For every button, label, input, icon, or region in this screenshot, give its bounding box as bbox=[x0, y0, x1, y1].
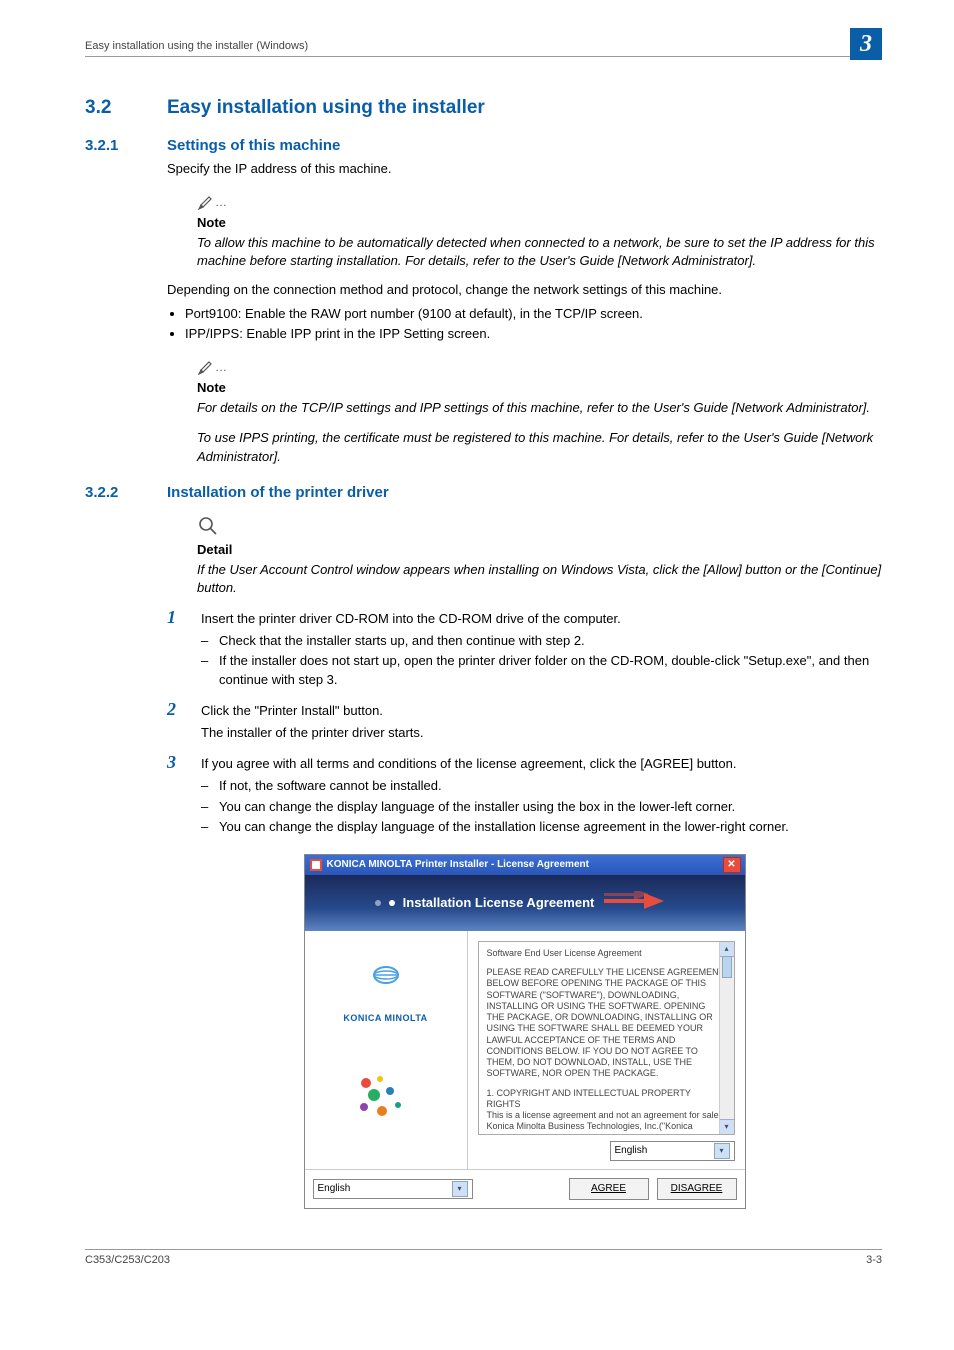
paragraph: Specify the IP address of this machine. bbox=[167, 160, 882, 178]
close-button[interactable]: ✕ bbox=[723, 857, 741, 873]
list-item: IPP/IPPS: Enable IPP print in the IPP Se… bbox=[185, 325, 882, 343]
app-icon bbox=[309, 858, 323, 872]
chevron-down-icon: ▾ bbox=[452, 1181, 468, 1197]
step-number: 2 bbox=[167, 699, 201, 720]
installer-titlebar[interactable]: KONICA MINOLTA Printer Installer - Licen… bbox=[305, 855, 745, 875]
section-number: 3.2.2 bbox=[85, 484, 167, 501]
step-text: If you agree with all terms and conditio… bbox=[201, 752, 882, 773]
scroll-thumb[interactable] bbox=[722, 956, 732, 978]
banner-title: Installation License Agreement bbox=[403, 895, 595, 910]
note-body: To allow this machine to be automaticall… bbox=[197, 234, 882, 270]
section-number: 3.2.1 bbox=[85, 137, 167, 154]
globe-icon bbox=[372, 961, 400, 989]
installer-banner: Installation License Agreement bbox=[305, 875, 745, 931]
arrow-icon bbox=[604, 891, 674, 914]
footer-page: 3-3 bbox=[866, 1254, 882, 1266]
select-value: English bbox=[318, 1183, 351, 1194]
note-block: … Note To allow this machine to be autom… bbox=[197, 192, 882, 270]
section-title: Settings of this machine bbox=[167, 137, 340, 154]
step-text: Insert the printer driver CD-ROM into th… bbox=[201, 607, 882, 628]
scroll-up-button[interactable]: ▴ bbox=[720, 942, 734, 957]
paragraph: The installer of the printer driver star… bbox=[201, 724, 882, 742]
note-body: For details on the TCP/IP settings and I… bbox=[197, 399, 882, 417]
agree-button[interactable]: AGREE bbox=[569, 1178, 649, 1200]
eula-title: Software End User License Agreement bbox=[487, 948, 726, 959]
detail-body: If the User Account Control window appea… bbox=[197, 561, 882, 597]
heading-3-2-2: 3.2.2 Installation of the printer driver bbox=[85, 484, 882, 501]
detail-label: Detail bbox=[197, 542, 882, 557]
installer-window: KONICA MINOLTA Printer Installer - Licen… bbox=[304, 854, 746, 1209]
scrollbar[interactable]: ▴ ▾ bbox=[719, 942, 734, 1134]
eula-paragraph: 1. COPYRIGHT AND INTELLECTUAL PROPERTY R… bbox=[487, 1088, 726, 1135]
step-3: 3 If you agree with all terms and condit… bbox=[167, 752, 882, 773]
running-header: Easy installation using the installer (W… bbox=[85, 40, 882, 57]
eula-language-select[interactable]: English ▾ bbox=[610, 1141, 735, 1161]
note-body: To use IPPS printing, the certificate mu… bbox=[197, 429, 882, 465]
step-number: 1 bbox=[167, 607, 201, 628]
step-1: 1 Insert the printer driver CD-ROM into … bbox=[167, 607, 882, 628]
step-number: 3 bbox=[167, 752, 201, 773]
sub-item: –If not, the software cannot be installe… bbox=[201, 777, 882, 795]
list-item: Port9100: Enable the RAW port number (91… bbox=[185, 305, 882, 323]
note-icon: … bbox=[197, 192, 231, 213]
scroll-down-button[interactable]: ▾ bbox=[720, 1119, 734, 1134]
note-block: … Note For details on the TCP/IP setting… bbox=[197, 357, 882, 466]
heading-3-2: 3.2 Easy installation using the installe… bbox=[85, 97, 882, 119]
eula-paragraph: PLEASE READ CAREFULLY THE LICENSE AGREEM… bbox=[487, 967, 726, 1080]
detail-block: Detail If the User Account Control windo… bbox=[197, 515, 882, 597]
decorative-dots-icon bbox=[356, 1073, 416, 1126]
section-title: Installation of the printer driver bbox=[167, 484, 389, 501]
sub-item: –You can change the display language of … bbox=[201, 798, 882, 816]
sub-item: –If the installer does not start up, ope… bbox=[201, 652, 882, 688]
note-label: Note bbox=[197, 380, 882, 395]
svg-text:…: … bbox=[215, 360, 227, 374]
heading-3-2-1: 3.2.1 Settings of this machine bbox=[85, 137, 882, 154]
installer-language-select[interactable]: English ▾ bbox=[313, 1179, 473, 1199]
select-value: English bbox=[615, 1145, 648, 1156]
section-number: 3.2 bbox=[85, 97, 167, 119]
svg-text:…: … bbox=[215, 195, 227, 209]
chevron-down-icon: ▾ bbox=[714, 1143, 730, 1159]
paragraph: Depending on the connection method and p… bbox=[167, 281, 882, 299]
step-2: 2 Click the "Printer Install" button. bbox=[167, 699, 882, 720]
step-text: Click the "Printer Install" button. bbox=[201, 699, 882, 720]
installer-title: KONICA MINOLTA Printer Installer - Licen… bbox=[327, 859, 723, 870]
running-header-text: Easy installation using the installer (W… bbox=[85, 40, 308, 52]
installer-left-panel: KONICA MINOLTA bbox=[305, 931, 468, 1169]
section-title: Easy installation using the installer bbox=[167, 97, 485, 119]
detail-icon bbox=[197, 515, 219, 540]
konica-minolta-logo: KONICA MINOLTA bbox=[343, 1013, 427, 1023]
disagree-button[interactable]: DISAGREE bbox=[657, 1178, 737, 1200]
note-label: Note bbox=[197, 215, 882, 230]
footer-model: C353/C253/C203 bbox=[85, 1254, 170, 1266]
note-icon: … bbox=[197, 357, 231, 378]
bullet-list: Port9100: Enable the RAW port number (91… bbox=[167, 305, 882, 343]
chapter-number-badge: 3 bbox=[850, 28, 882, 60]
installer-bottom-bar: English ▾ AGREE DISAGREE bbox=[305, 1169, 745, 1208]
page-footer: C353/C253/C203 3-3 bbox=[85, 1249, 882, 1266]
sub-item: –You can change the display language of … bbox=[201, 818, 882, 836]
eula-textarea[interactable]: Software End User License Agreement PLEA… bbox=[478, 941, 735, 1135]
sub-item: –Check that the installer starts up, and… bbox=[201, 632, 882, 650]
